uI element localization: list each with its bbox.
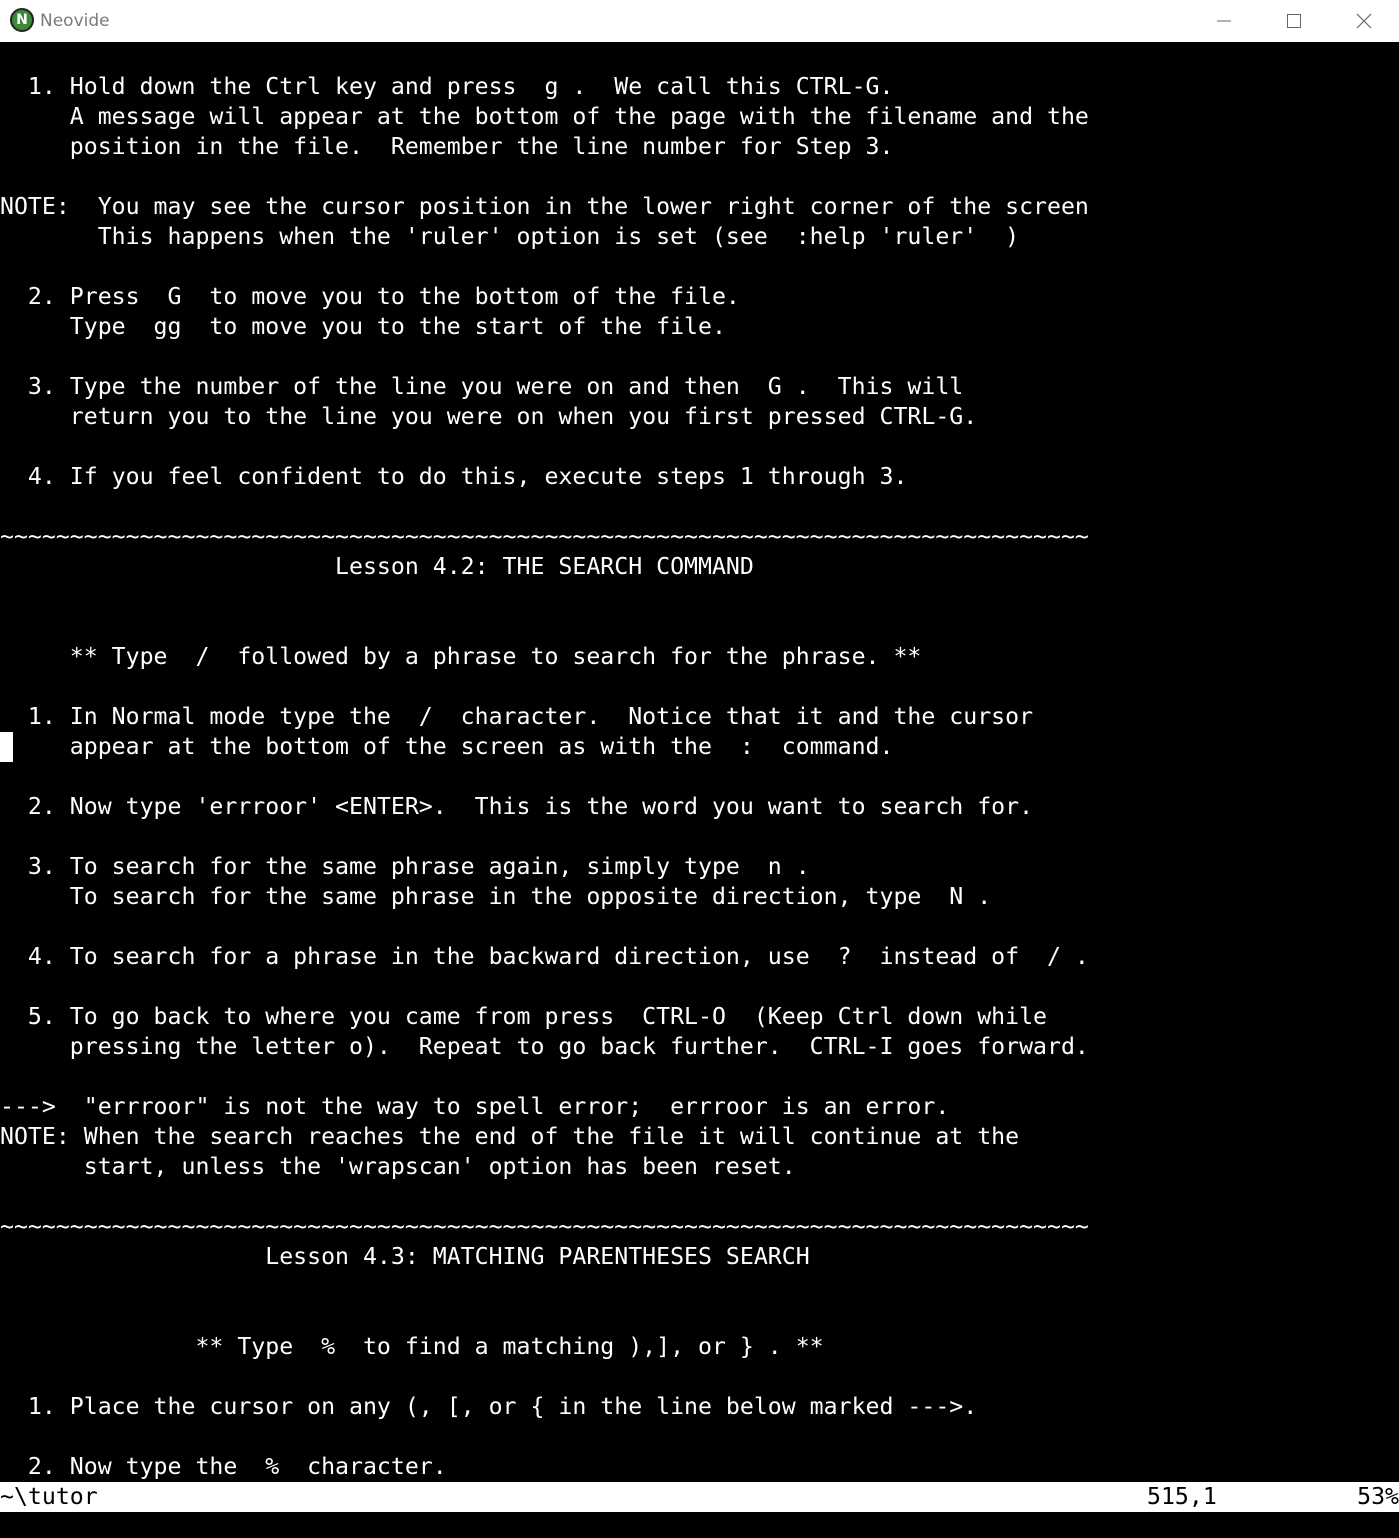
buffer-line[interactable]: return you to the line you were on when … [0, 402, 977, 432]
buffer-line[interactable]: ** Type % to find a matching ),], or } .… [0, 1332, 823, 1362]
buffer-line[interactable]: 2. Now type the % character. [0, 1452, 447, 1482]
command-line[interactable] [0, 1512, 1399, 1538]
buffer-line[interactable]: ** Type / followed by a phrase to search… [0, 642, 922, 672]
buffer-line[interactable]: ~~~~~~~~~~~~~~~~~~~~~~~~~~~~~~~~~~~~~~~~… [0, 1212, 1089, 1242]
buffer-line[interactable]: Type gg to move you to the start of the … [0, 312, 726, 342]
minimize-button[interactable] [1189, 0, 1259, 42]
close-icon [1356, 13, 1372, 29]
buffer-line[interactable]: To search for the same phrase in the opp… [0, 882, 991, 912]
buffer-line[interactable]: 5. To go back to where you came from pre… [0, 1002, 1047, 1032]
status-cursor-position: 515,1 [1147, 1483, 1217, 1510]
window-title: Neovide [40, 11, 110, 31]
status-filename: ~\tutor [0, 1483, 98, 1510]
editor-buffer[interactable]: 1. Hold down the Ctrl key and press g . … [0, 42, 1399, 1482]
buffer-line[interactable]: 2. Press G to move you to the bottom of … [0, 282, 740, 312]
buffer-line[interactable]: pressing the letter o). Repeat to go bac… [0, 1032, 1089, 1062]
status-scroll-percent: 53% [1357, 1483, 1399, 1510]
buffer-line[interactable]: 4. If you feel confident to do this, exe… [0, 462, 908, 492]
buffer-line[interactable]: appear at the bottom of the screen as wi… [0, 732, 894, 762]
buffer-line[interactable]: start, unless the 'wrapscan' option has … [0, 1152, 796, 1182]
buffer-line[interactable]: 3. To search for the same phrase again, … [0, 852, 810, 882]
neovide-icon: N [10, 8, 34, 32]
minimize-icon [1217, 20, 1231, 22]
buffer-line[interactable]: 3. Type the number of the line you were … [0, 372, 963, 402]
status-line: ~\tutor 515,1 53% [0, 1482, 1399, 1512]
buffer-line[interactable]: A message will appear at the bottom of t… [0, 102, 1089, 132]
neovide-window: N Neovide 1. Hold down the Ctrl key and … [0, 0, 1399, 1538]
buffer-line[interactable]: ---> "errroor" is not the way to spell e… [0, 1092, 949, 1122]
maximize-button[interactable] [1259, 0, 1329, 42]
buffer-line[interactable]: NOTE: You may see the cursor position in… [0, 192, 1089, 222]
buffer-line[interactable]: position in the file. Remember the line … [0, 132, 894, 162]
close-button[interactable] [1329, 0, 1399, 42]
buffer-line[interactable]: 4. To search for a phrase in the backwar… [0, 942, 1089, 972]
buffer-line[interactable]: This happens when the 'ruler' option is … [0, 222, 1019, 252]
buffer-line[interactable]: Lesson 4.3: MATCHING PARENTHESES SEARCH [0, 1242, 809, 1272]
buffer-line[interactable]: 1. In Normal mode type the / character. … [0, 702, 1033, 732]
buffer-line[interactable]: 1. Place the cursor on any (, [, or { in… [0, 1392, 977, 1422]
buffer-line[interactable]: NOTE: When the search reaches the end of… [0, 1122, 1019, 1152]
buffer-line[interactable]: Lesson 4.2: THE SEARCH COMMAND [0, 552, 754, 582]
buffer-line[interactable]: 2. Now type 'errroor' <ENTER>. This is t… [0, 792, 1033, 822]
buffer-line[interactable]: 1. Hold down the Ctrl key and press g . … [0, 72, 894, 102]
buffer-line[interactable]: ~~~~~~~~~~~~~~~~~~~~~~~~~~~~~~~~~~~~~~~~… [0, 522, 1089, 552]
maximize-icon [1287, 14, 1301, 28]
title-bar[interactable]: N Neovide [0, 0, 1399, 42]
